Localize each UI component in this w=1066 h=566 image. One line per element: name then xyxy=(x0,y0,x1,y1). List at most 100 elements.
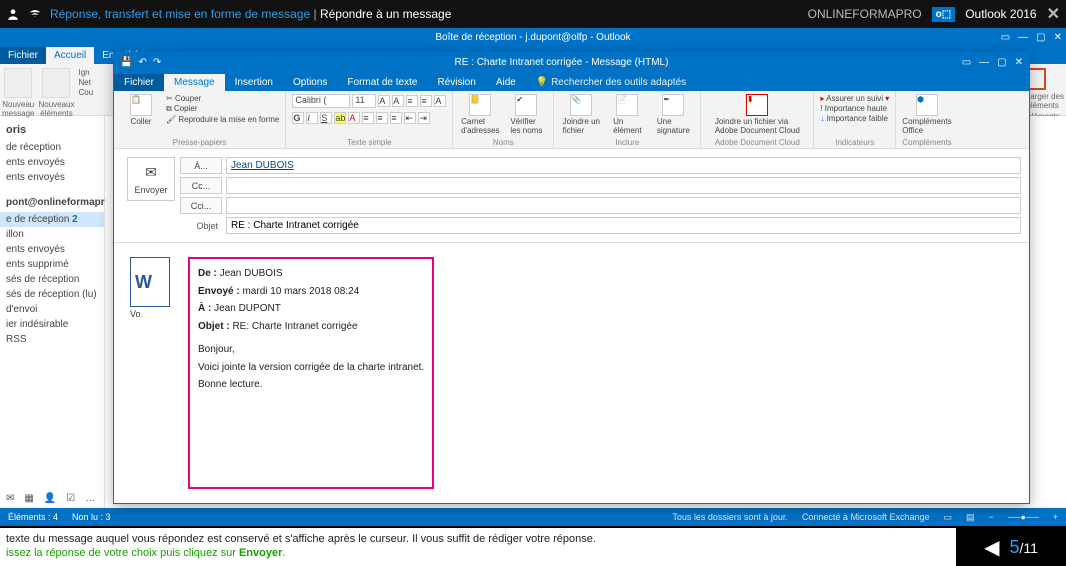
minimize-icon[interactable]: — xyxy=(1018,32,1028,43)
account-header[interactable]: oris xyxy=(0,120,104,140)
bcc-button[interactable]: Cci... xyxy=(180,197,222,214)
view-normal-icon[interactable]: ▭ xyxy=(943,512,952,523)
tab-review[interactable]: Révision xyxy=(427,74,485,91)
ignore-button[interactable]: Ign xyxy=(79,68,94,77)
tab-format[interactable]: Format de texte xyxy=(337,74,427,91)
align-center-button[interactable]: ≡ xyxy=(376,112,388,124)
cc-field[interactable] xyxy=(226,177,1021,194)
sidebar-item-label: e de réception xyxy=(6,214,69,225)
account-header[interactable]: pont@onlineformapro xyxy=(0,193,104,212)
align-left-button[interactable]: ≡ xyxy=(362,112,374,124)
close-icon[interactable]: ✕ xyxy=(1054,32,1062,43)
sidebar-item-inbox[interactable]: e de réception 2 xyxy=(0,212,104,227)
maximize-icon[interactable]: ▢ xyxy=(1036,32,1045,43)
zoom-slider[interactable]: ──●── xyxy=(1008,512,1039,523)
indent-dec-button[interactable]: ⇤ xyxy=(404,112,416,124)
align-right-button[interactable]: ≡ xyxy=(390,112,402,124)
sidebar-item[interactable]: ents envoyés xyxy=(0,155,104,170)
font-name-select[interactable]: Calibri ( xyxy=(292,94,350,108)
new-mail-button[interactable] xyxy=(4,68,32,98)
tab-home[interactable]: Accueil xyxy=(46,47,94,64)
italic-button[interactable]: I xyxy=(306,112,318,124)
signature-button[interactable]: ✒Une signature xyxy=(652,94,694,135)
sidebar-item[interactable]: ier indésirable xyxy=(0,317,104,332)
bullets-button[interactable]: ≡ xyxy=(406,95,418,107)
status-sync: Tous les dossiers sont à jour. xyxy=(672,512,788,523)
check-names-button[interactable]: ✔Vérifier les noms xyxy=(505,94,547,135)
status-item-count: Éléments : 4 xyxy=(8,512,58,522)
new-items-button[interactable] xyxy=(42,68,70,98)
sidebar-item[interactable]: ents supprimé xyxy=(0,257,104,272)
to-field[interactable]: Jean DUBOIS xyxy=(226,157,1021,174)
low-importance-button[interactable]: ↓ Importance faible xyxy=(820,114,889,123)
zoom-out-button[interactable]: − xyxy=(989,512,994,523)
ribbon-collapse-icon[interactable]: ▭ xyxy=(962,57,971,68)
junk-button[interactable]: Cou xyxy=(79,88,94,97)
prev-step-button[interactable]: ◀ xyxy=(984,535,999,560)
shrink-font-button[interactable]: A xyxy=(392,95,404,107)
undo-icon[interactable]: ↶ xyxy=(138,57,146,68)
subject-field[interactable] xyxy=(226,217,1021,234)
cc-button[interactable]: Cc... xyxy=(180,177,222,194)
address-book-button[interactable]: 📒Carnet d'adresses xyxy=(459,94,501,135)
sidebar-item[interactable]: ents envoyés xyxy=(0,242,104,257)
office-addins-button[interactable]: ⬢Compléments Office xyxy=(902,94,951,135)
numbering-button[interactable]: ≡ xyxy=(420,95,432,107)
word-attachment-icon[interactable] xyxy=(130,257,170,307)
high-importance-button[interactable]: ! Importance haute xyxy=(820,104,889,113)
calendar-icon[interactable]: ▦ xyxy=(24,493,33,504)
adobe-attach-button[interactable]: ⮯Joindre un fichier via Adobe Document C… xyxy=(707,94,807,135)
tab-options[interactable]: Options xyxy=(283,74,337,91)
tab-help[interactable]: Aide xyxy=(486,74,526,91)
grow-font-button[interactable]: A xyxy=(378,95,390,107)
mail-icon[interactable]: ✉ xyxy=(6,493,14,504)
tab-insert[interactable]: Insertion xyxy=(225,74,283,91)
attach-item-button[interactable]: 📄Un élément xyxy=(606,94,648,135)
cut-button[interactable]: ✂ Couper xyxy=(166,94,279,103)
minimize-icon[interactable]: — xyxy=(979,57,989,68)
font-size-select[interactable]: 11 xyxy=(352,94,376,108)
highlight-button[interactable]: ab xyxy=(334,112,346,124)
bcc-field[interactable] xyxy=(226,197,1021,214)
view-reading-icon[interactable]: ▤ xyxy=(966,512,975,523)
clear-format-button[interactable]: A xyxy=(434,95,446,107)
tab-file[interactable]: Fichier xyxy=(0,47,46,64)
font-color-button[interactable]: A xyxy=(348,112,360,124)
people-icon[interactable]: 👤 xyxy=(44,493,56,504)
more-icon[interactable]: … xyxy=(85,493,95,504)
sidebar-item[interactable]: RSS xyxy=(0,332,104,347)
bold-button[interactable]: G xyxy=(292,112,304,124)
breadcrumb-link[interactable]: Réponse, transfert et mise en forme de m… xyxy=(50,7,310,21)
redo-icon[interactable]: ↷ xyxy=(153,57,161,68)
format-painter-button[interactable]: 🖌 Reproduire la mise en forme xyxy=(166,115,279,124)
message-body[interactable]: Vo De : Jean DUBOIS Envoyé : mardi 10 ma… xyxy=(114,243,1029,503)
send-button[interactable]: ✉ Envoyer xyxy=(127,157,175,201)
tab-message[interactable]: Message xyxy=(164,74,225,91)
close-icon[interactable]: ✕ xyxy=(1015,57,1023,68)
sidebar-item[interactable]: de réception xyxy=(0,140,104,155)
maximize-icon[interactable]: ▢ xyxy=(997,57,1006,68)
sidebar-item[interactable]: ents envoyés xyxy=(0,170,104,185)
follow-up-button[interactable]: ▸ Assurer un suivi ▾ xyxy=(820,94,889,103)
paste-button[interactable]: 📋Coller xyxy=(120,94,162,126)
sidebar-item[interactable]: sés de réception (lu) xyxy=(0,287,104,302)
group-label: Texte simple xyxy=(347,137,391,147)
wifi-icon xyxy=(28,7,42,21)
close-icon[interactable]: ✕ xyxy=(1047,4,1060,24)
save-icon[interactable]: 💾 xyxy=(120,57,132,68)
to-button[interactable]: À... xyxy=(180,157,222,174)
underline-button[interactable]: S xyxy=(320,112,332,124)
sidebar-item[interactable]: sés de réception xyxy=(0,272,104,287)
step-pager: ◀ 5/11 xyxy=(956,528,1066,566)
tab-file[interactable]: Fichier xyxy=(114,74,164,91)
tell-me-search[interactable]: 💡 Rechercher des outils adaptés xyxy=(526,74,696,91)
zoom-in-button[interactable]: + xyxy=(1053,512,1058,523)
ribbon-collapse-icon[interactable]: ▭ xyxy=(1001,32,1010,43)
sidebar-item[interactable]: illon xyxy=(0,227,104,242)
tasks-icon[interactable]: ☑ xyxy=(66,493,75,504)
copy-button[interactable]: ⧉ Copier xyxy=(166,104,279,114)
indent-inc-button[interactable]: ⇥ xyxy=(418,112,430,124)
cleanup-button[interactable]: Net xyxy=(79,78,94,87)
attach-file-button[interactable]: 📎Joindre un fichier xyxy=(560,94,602,135)
sidebar-item[interactable]: d'envoi xyxy=(0,302,104,317)
